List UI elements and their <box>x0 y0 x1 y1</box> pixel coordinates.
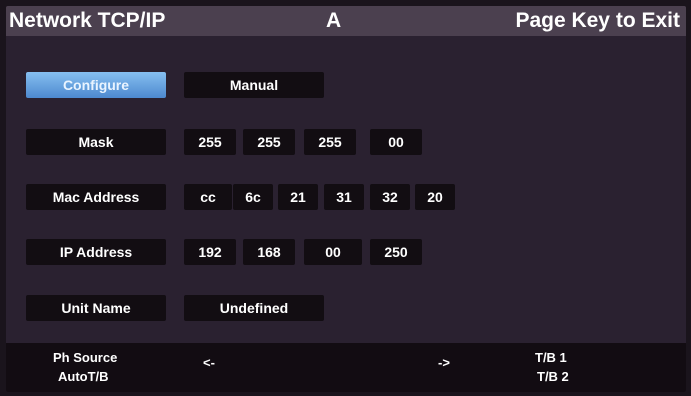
ip-octet-4[interactable]: 250 <box>370 239 422 265</box>
mac-byte-1[interactable]: cc <box>184 184 232 210</box>
configure-mode-field[interactable]: Manual <box>184 72 324 98</box>
configure-button[interactable]: Configure <box>26 72 166 98</box>
network-settings-screen: Network TCP/IP A Page Key to Exit Config… <box>6 6 686 392</box>
softkey-ph-source[interactable]: Ph Source <box>53 350 117 365</box>
mac-byte-4[interactable]: 31 <box>324 184 364 210</box>
mask-octet-4[interactable]: 00 <box>370 129 422 155</box>
mac-address-label[interactable]: Mac Address <box>26 184 166 210</box>
ip-address-label[interactable]: IP Address <box>26 239 166 265</box>
mask-octet-2[interactable]: 255 <box>243 129 295 155</box>
title-bar: Network TCP/IP A Page Key to Exit <box>6 6 686 36</box>
softkey-bar: Ph Source AutoT/B <- -> T/B 1 T/B 2 <box>6 343 686 392</box>
mask-octet-1[interactable]: 255 <box>184 129 236 155</box>
unit-name-field[interactable]: Undefined <box>184 295 324 321</box>
page-title: Network TCP/IP <box>9 9 166 32</box>
softkey-tb1[interactable]: T/B 1 <box>535 350 567 365</box>
softkey-prev-arrow[interactable]: <- <box>203 355 215 370</box>
softkey-next-arrow[interactable]: -> <box>438 355 450 370</box>
mac-byte-2[interactable]: 6c <box>233 184 273 210</box>
unit-name-label[interactable]: Unit Name <box>26 295 166 321</box>
mac-byte-3[interactable]: 21 <box>278 184 318 210</box>
ip-octet-2[interactable]: 168 <box>243 239 295 265</box>
exit-hint: Page Key to Exit <box>515 9 680 32</box>
mode-indicator: A <box>326 9 342 32</box>
softkey-auto-tb[interactable]: AutoT/B <box>58 369 109 384</box>
mask-octet-3[interactable]: 255 <box>304 129 356 155</box>
mac-byte-5[interactable]: 32 <box>370 184 410 210</box>
ip-octet-3[interactable]: 00 <box>304 239 362 265</box>
mac-byte-6[interactable]: 20 <box>415 184 455 210</box>
ip-octet-1[interactable]: 192 <box>184 239 236 265</box>
mask-label[interactable]: Mask <box>26 129 166 155</box>
softkey-tb2[interactable]: T/B 2 <box>537 369 569 384</box>
